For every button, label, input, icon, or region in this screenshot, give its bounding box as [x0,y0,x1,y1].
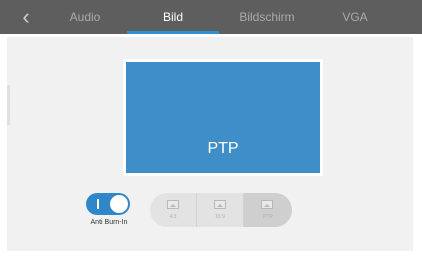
aspect-option-ptp[interactable]: PTP [244,193,292,227]
chevron-left-icon[interactable]: ‹ [14,0,38,34]
tab-audio[interactable]: Audio [60,0,110,34]
aspect-option-label: PTP [263,214,273,220]
active-tab-indicator [127,31,219,34]
tab-bild-label: Bild [162,10,183,24]
preview-label: PTP [207,140,239,157]
tab-vga[interactable]: VGA [333,0,377,34]
top-nav-bar: ‹ Audio Bild Bildschirm VGA [0,0,422,34]
aspect-option-label: 16:9 [215,214,225,220]
aspect-preview: PTP [123,59,323,176]
tab-bildschirm[interactable]: Bildschirm [228,0,306,34]
aspect-option-16-9[interactable]: 16:9 [197,193,244,227]
tab-bildschirm-label: Bildschirm [239,10,295,24]
toggle-on-indicator [97,199,99,209]
aspect-option-4-3[interactable]: 4:3 [150,193,197,227]
aspect-option-label: 4:3 [169,214,177,220]
aspect-ratio-selector: 4:3 16:9 PTP [150,193,292,227]
image-icon [214,200,226,209]
anti-burn-in-label: Anti Burn-In [90,219,128,226]
image-icon [167,200,179,209]
settings-panel: PTP Anti Burn-In 4:3 16:9 PTP [7,37,413,251]
tab-vga-label: VGA [342,10,368,24]
toggle-knob [110,195,128,213]
tab-bild[interactable]: Bild [127,0,219,34]
anti-burn-in-toggle[interactable] [86,193,130,215]
panel-edge-mark [7,85,10,125]
tab-audio-label: Audio [69,10,101,24]
image-icon [261,200,273,209]
